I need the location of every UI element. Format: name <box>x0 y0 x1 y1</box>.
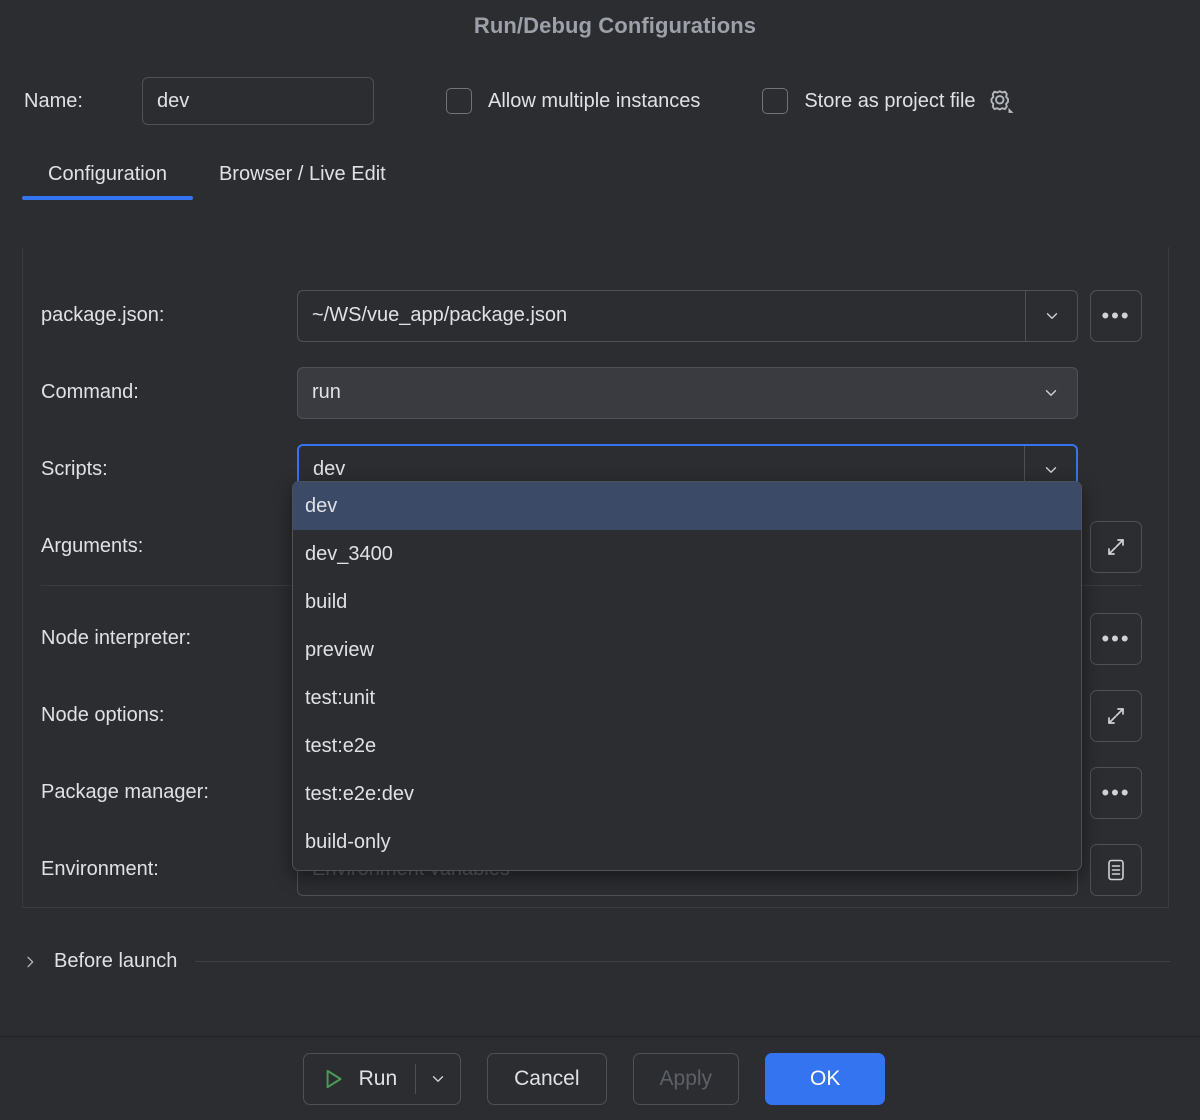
chevron-down-icon[interactable] <box>1025 291 1077 341</box>
dialog-titlebar: Run/Debug Configurations <box>0 0 1200 52</box>
package-json-label: package.json: <box>41 304 297 327</box>
store-as-project-file-label: Store as project file <box>804 90 975 113</box>
allow-multiple-instances-label: Allow multiple instances <box>488 90 700 113</box>
scripts-dropdown-item-build-only[interactable]: build-only <box>293 818 1081 866</box>
run-dropdown-button[interactable] <box>416 1054 460 1104</box>
package-manager-browse-button[interactable]: ••• <box>1090 767 1142 819</box>
gear-icon[interactable] <box>986 86 1016 116</box>
package-json-value: ~/WS/vue_app/package.json <box>298 304 1025 327</box>
package-json-browse-button[interactable]: ••• <box>1090 290 1142 342</box>
node-interpreter-label: Node interpreter: <box>41 627 297 650</box>
name-row: Name: Allow multiple instances Store as … <box>0 66 1200 136</box>
scripts-dropdown-popup[interactable]: dev dev_3400 build preview test:unit tes… <box>292 481 1082 871</box>
before-launch-section[interactable]: Before launch <box>22 950 1170 973</box>
package-manager-label: Package manager: <box>41 781 297 804</box>
scripts-dropdown-item-dev[interactable]: dev <box>293 482 1081 530</box>
dialog-footer: Run Cancel Apply OK <box>0 1036 1200 1120</box>
list-document-icon <box>1104 857 1128 883</box>
run-button-label: Run <box>359 1067 398 1091</box>
package-json-combobox[interactable]: ~/WS/vue_app/package.json <box>297 290 1078 342</box>
row-package-json: package.json: ~/WS/vue_app/package.json … <box>41 277 1142 354</box>
before-launch-label: Before launch <box>54 950 177 973</box>
store-as-project-file-checkbox[interactable] <box>762 88 788 114</box>
scripts-label: Scripts: <box>41 458 297 481</box>
scripts-dropdown-item-test-e2e-dev[interactable]: test:e2e:dev <box>293 770 1081 818</box>
node-interpreter-browse-button[interactable]: ••• <box>1090 613 1142 665</box>
store-as-project-file-checkbox-group[interactable]: Store as project file <box>762 86 1015 116</box>
apply-button[interactable]: Apply <box>633 1053 740 1105</box>
ellipsis-icon: ••• <box>1101 311 1130 321</box>
run-debug-configurations-dialog: Run/Debug Configurations Name: Allow mul… <box>0 0 1200 1120</box>
run-split-button[interactable]: Run <box>303 1053 462 1105</box>
arguments-label: Arguments: <box>41 535 297 558</box>
command-value: run <box>298 381 1025 404</box>
environment-label: Environment: <box>41 858 297 881</box>
node-options-label: Node options: <box>41 704 297 727</box>
tab-browser-live-edit-label: Browser / Live Edit <box>219 163 386 185</box>
expand-icon <box>1104 704 1128 728</box>
scripts-dropdown-item-dev-3400[interactable]: dev_3400 <box>293 530 1081 578</box>
ellipsis-icon: ••• <box>1101 634 1130 644</box>
tab-configuration-label: Configuration <box>48 163 167 185</box>
allow-multiple-instances-checkbox[interactable] <box>446 88 472 114</box>
package-json-field: ~/WS/vue_app/package.json ••• <box>297 290 1142 342</box>
scripts-dropdown-item-test-e2e[interactable]: test:e2e <box>293 722 1081 770</box>
tab-configuration[interactable]: Configuration <box>22 163 193 200</box>
tab-browser-live-edit[interactable]: Browser / Live Edit <box>193 163 412 200</box>
dialog-title: Run/Debug Configurations <box>474 13 756 39</box>
chevron-right-icon[interactable] <box>22 952 38 972</box>
command-label: Command: <box>41 381 297 404</box>
environment-variables-button[interactable] <box>1090 844 1142 896</box>
ellipsis-icon: ••• <box>1101 788 1130 798</box>
command-field: run <box>297 367 1142 419</box>
command-combobox[interactable]: run <box>297 367 1078 419</box>
arguments-expand-button[interactable] <box>1090 521 1142 573</box>
chevron-down-icon <box>429 1070 447 1088</box>
expand-icon <box>1104 535 1128 559</box>
allow-multiple-instances-checkbox-group[interactable]: Allow multiple instances <box>446 88 700 114</box>
name-label: Name: <box>24 90 142 113</box>
row-command: Command: run <box>41 354 1142 431</box>
scripts-dropdown-item-build[interactable]: build <box>293 578 1081 626</box>
scripts-dropdown-item-test-unit[interactable]: test:unit <box>293 674 1081 722</box>
ok-button[interactable]: OK <box>765 1053 885 1105</box>
chevron-down-icon[interactable] <box>1025 368 1077 418</box>
run-button[interactable]: Run <box>304 1054 416 1104</box>
before-launch-divider <box>195 961 1170 962</box>
name-input[interactable] <box>142 77 374 125</box>
play-icon <box>320 1066 346 1092</box>
tab-bar: Configuration Browser / Live Edit <box>0 144 1200 200</box>
cancel-button[interactable]: Cancel <box>487 1053 606 1105</box>
node-options-expand-button[interactable] <box>1090 690 1142 742</box>
scripts-value: dev <box>299 458 1024 481</box>
scripts-dropdown-item-preview[interactable]: preview <box>293 626 1081 674</box>
